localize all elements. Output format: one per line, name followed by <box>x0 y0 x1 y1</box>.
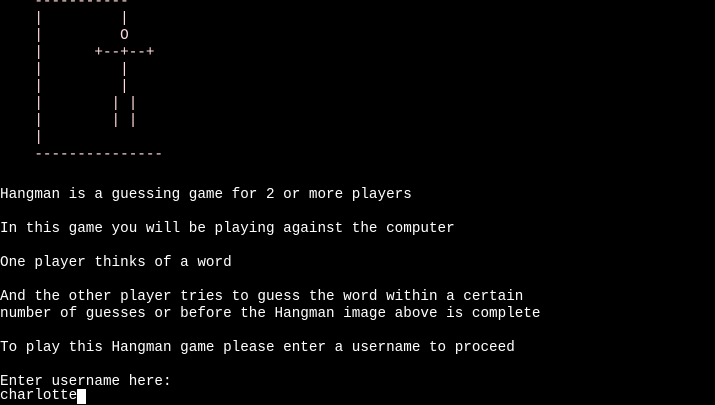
hangman-art-line: | | <box>0 11 129 27</box>
hangman-art-line: | | <box>0 62 129 78</box>
intro-line: In this game you will be playing against… <box>0 221 455 237</box>
intro-line: To play this Hangman game please enter a… <box>0 340 515 356</box>
hangman-art-line: | +--+--+ <box>0 45 155 61</box>
hangman-art-line: --------------- <box>0 147 164 163</box>
intro-line: And the other player tries to guess the … <box>0 289 524 305</box>
intro-line: Hangman is a guessing game for 2 or more… <box>0 187 412 203</box>
intro-line: One player thinks of a word <box>0 255 232 271</box>
intro-line: number of guesses or before the Hangman … <box>0 306 541 322</box>
hangman-art-line: | | | <box>0 96 138 112</box>
hangman-art-line: | | | <box>0 113 138 129</box>
hangman-art-line: ----------- <box>0 0 129 10</box>
text-cursor <box>77 389 87 404</box>
username-input-value[interactable]: charlotte <box>0 388 77 405</box>
hangman-art-line: | O <box>0 28 129 44</box>
username-input[interactable]: charlotte <box>0 388 87 405</box>
terminal-window[interactable]: ----------- | | | O | +--+--+ | | | | | … <box>0 0 715 405</box>
hangman-art-line: | | <box>0 79 129 95</box>
hangman-art-line: | <box>0 130 43 146</box>
